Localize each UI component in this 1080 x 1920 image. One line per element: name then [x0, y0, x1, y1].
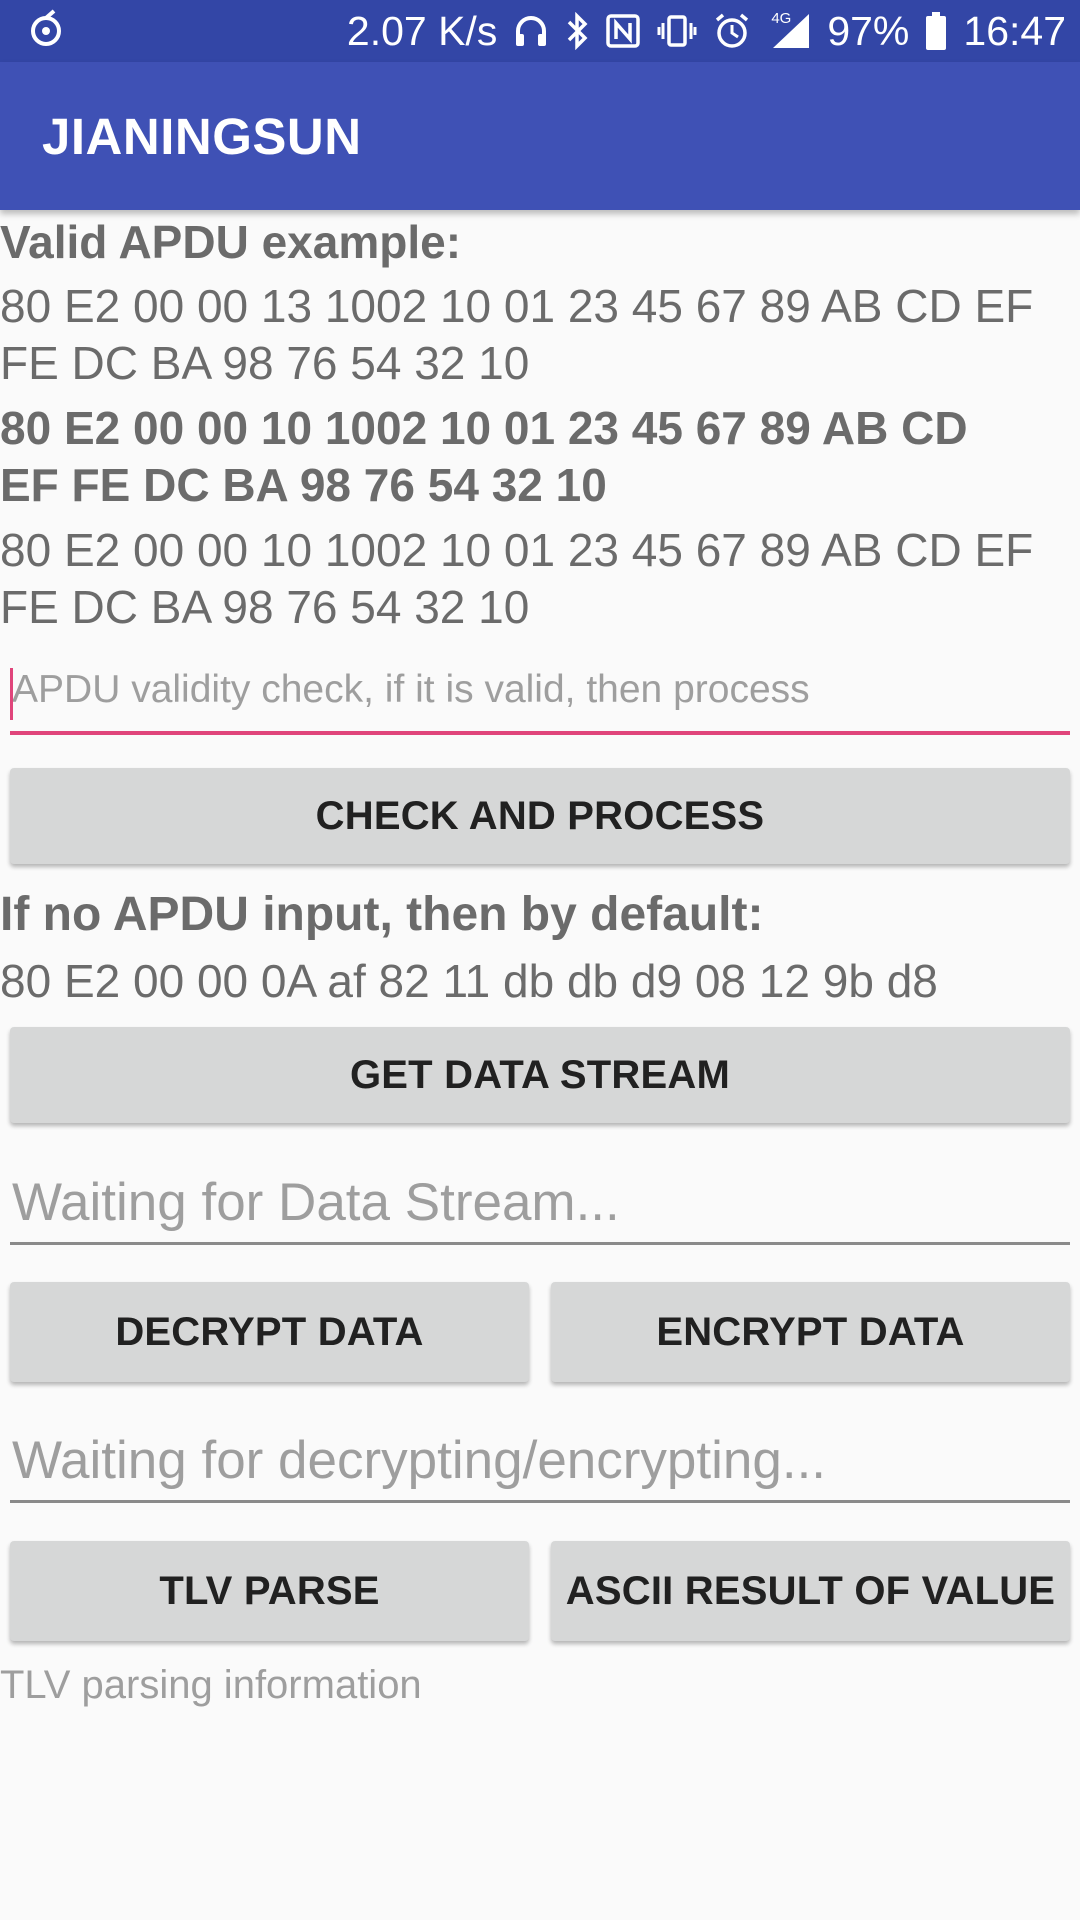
get-data-stream-label: GET DATA STREAM: [349, 1052, 730, 1097]
network-type: 4G: [771, 10, 792, 27]
battery-percent: 97%: [827, 7, 910, 54]
decrypt-data-label: DECRYPT DATA: [115, 1309, 424, 1354]
headphones-icon: [513, 13, 549, 49]
data-stream-field[interactable]: Waiting for Data Stream...: [10, 1160, 1070, 1245]
text-cursor: [10, 668, 13, 720]
check-and-process-button[interactable]: CHECK AND PROCESS: [10, 768, 1070, 864]
tlv-parsing-info: TLV parsing information: [0, 1663, 422, 1707]
crypt-result-placeholder: Waiting for decrypting/encrypting...: [12, 1431, 827, 1490]
status-bar: 2.07 K/s 4G 97% 16:47: [0, 0, 1080, 62]
battery-icon: [925, 12, 947, 50]
nfc-icon: [605, 13, 641, 49]
encrypt-data-button[interactable]: ENCRYPT DATA: [551, 1282, 1070, 1382]
data-stream-placeholder: Waiting for Data Stream...: [12, 1173, 620, 1232]
net-speed: 2.07 K/s: [346, 7, 498, 54]
example-line: 80 E2 00 00 10 1002 10 01 23 45 67 89 AB…: [0, 524, 1034, 576]
alarm-icon: [713, 12, 751, 50]
example-line: FE DC BA 98 76 54 32 10: [0, 337, 530, 389]
default-apdu-value: 80 E2 00 00 0A af 82 11 db db d9 08 12 9…: [0, 955, 938, 1007]
app-title: JIANINGSUN: [42, 107, 362, 165]
check-and-process-label: CHECK AND PROCESS: [315, 793, 765, 838]
crypt-result-field[interactable]: Waiting for decrypting/encrypting...: [10, 1418, 1070, 1503]
apdu-input-placeholder: APDU validity check, if it is valid, the…: [12, 668, 810, 711]
app-notification-icon: [26, 8, 66, 54]
decrypt-data-button[interactable]: DECRYPT DATA: [10, 1282, 529, 1382]
example-line: 80 E2 00 00 13 1002 10 01 23 45 67 89 AB…: [0, 280, 1034, 332]
clock: 16:47: [963, 7, 1066, 54]
ascii-result-button[interactable]: ASCII RESULT OF VALUE: [551, 1541, 1070, 1641]
example-line-bold: 80 E2 00 00 10 1002 10 01 23 45 67 89 AB…: [0, 402, 968, 454]
apdu-input[interactable]: APDU validity check, if it is valid, the…: [10, 660, 1070, 735]
example-line-bold: EF FE DC BA 98 76 54 32 10: [0, 459, 607, 511]
app-bar: JIANINGSUN: [0, 62, 1080, 210]
get-data-stream-button[interactable]: GET DATA STREAM: [10, 1027, 1070, 1123]
bluetooth-icon: [565, 12, 589, 50]
default-heading: If no APDU input, then by default:: [0, 888, 764, 941]
signal-icon: 4G: [767, 10, 811, 50]
vibrate-icon: [657, 13, 697, 49]
tlv-parse-button[interactable]: TLV PARSE: [10, 1541, 529, 1641]
examples-heading: Valid APDU example:: [0, 216, 462, 268]
ascii-result-label: ASCII RESULT OF VALUE: [565, 1568, 1056, 1613]
tlv-parse-label: TLV PARSE: [159, 1568, 380, 1613]
encrypt-data-label: ENCRYPT DATA: [656, 1309, 965, 1354]
example-line: FE DC BA 98 76 54 32 10: [0, 581, 530, 633]
